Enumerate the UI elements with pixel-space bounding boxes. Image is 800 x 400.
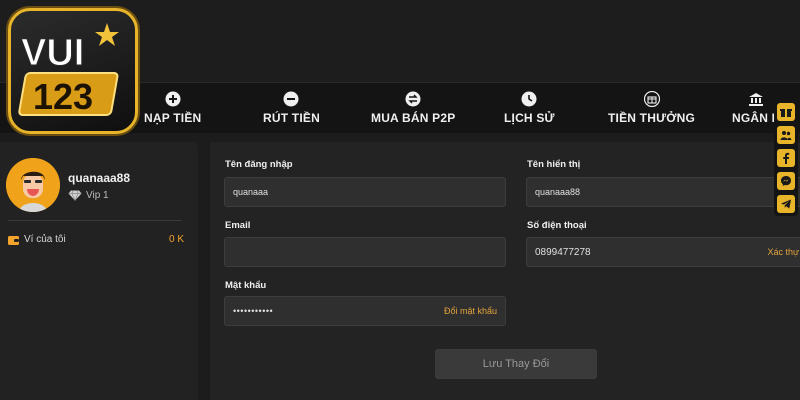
clock-icon bbox=[521, 91, 537, 107]
sidebar-divider bbox=[8, 220, 182, 221]
change-password-link[interactable]: Đổi mật khẩu bbox=[444, 306, 497, 316]
password-label: Mật khẩu bbox=[225, 280, 267, 291]
display-name-field[interactable]: quanaaa88 bbox=[526, 177, 800, 207]
email-field[interactable] bbox=[224, 237, 506, 267]
nav-bonus[interactable]: TIỀN THƯỞNG bbox=[608, 91, 695, 125]
logo-text-top: VUI bbox=[21, 32, 84, 74]
minus-circle-icon bbox=[283, 91, 299, 107]
logo-text-bottom: 123 bbox=[33, 76, 93, 117]
username: quanaaa88 bbox=[68, 171, 131, 185]
nav-p2p[interactable]: MUA BÁN P2P bbox=[371, 91, 455, 125]
login-name-field[interactable]: quanaaa bbox=[224, 177, 506, 207]
nav-withdraw[interactable]: RÚT TIỀN bbox=[263, 91, 320, 125]
vui123-logo[interactable]: VUI 123 bbox=[8, 8, 138, 134]
nav-deposit-label: NẠP TIỀN bbox=[144, 111, 202, 125]
gift-icon[interactable] bbox=[777, 103, 795, 121]
bank-icon bbox=[749, 93, 764, 106]
vip-level: Vip 1 bbox=[68, 190, 109, 201]
phone-field[interactable]: 0899477278 Xác thự bbox=[526, 237, 800, 267]
user-avatar-icon bbox=[6, 158, 60, 212]
login-name-label: Tên đăng nhập bbox=[225, 159, 293, 170]
account-sidebar: quanaaa88 Vip 1 Ví của tôi 0 K bbox=[0, 142, 198, 400]
facebook-icon[interactable] bbox=[777, 149, 795, 167]
wallet-icon bbox=[8, 235, 19, 245]
phone-value: 0899477278 bbox=[535, 246, 591, 258]
wallet-balance: 0 K bbox=[168, 234, 184, 245]
user-group-icon[interactable] bbox=[777, 126, 795, 144]
save-changes-button[interactable]: Lưu Thay Đổi bbox=[435, 349, 597, 379]
nav-history-label: LỊCH SỬ bbox=[504, 111, 555, 125]
vip-label: Vip 1 bbox=[86, 190, 109, 201]
nav-deposit[interactable]: NẠP TIỀN bbox=[144, 91, 201, 125]
nav-history[interactable]: LỊCH SỬ bbox=[504, 91, 555, 125]
messenger-icon[interactable] bbox=[777, 172, 795, 190]
sidebar-item-wallet[interactable]: Ví của tôi 0 K bbox=[8, 234, 184, 245]
avatar[interactable] bbox=[6, 158, 60, 212]
exchange-icon bbox=[405, 91, 421, 107]
display-name-value: quanaaa88 bbox=[535, 187, 581, 197]
email-label: Email bbox=[225, 220, 251, 231]
profile-form: Tên đăng nhập quanaaa Tên hiển thị quana… bbox=[210, 142, 800, 400]
verify-phone-link[interactable]: Xác thự bbox=[767, 247, 799, 257]
logo-graphic: VUI 123 bbox=[18, 23, 119, 117]
gift-icon bbox=[643, 91, 660, 107]
password-field[interactable]: ••••••••••• Đổi mật khẩu bbox=[224, 296, 506, 326]
password-value: ••••••••••• bbox=[233, 306, 274, 316]
nav-bonus-label: TIỀN THƯỞNG bbox=[608, 111, 696, 125]
phone-label: Số điện thoại bbox=[527, 220, 587, 231]
wallet-label: Ví của tôi bbox=[24, 234, 66, 245]
nav-p2p-label: MUA BÁN P2P bbox=[371, 111, 456, 125]
diamond-icon bbox=[68, 190, 82, 201]
display-name-label: Tên hiển thị bbox=[527, 159, 581, 170]
login-name-value: quanaaa bbox=[233, 187, 269, 197]
plus-circle-icon bbox=[165, 91, 181, 107]
nav-withdraw-label: RÚT TIỀN bbox=[263, 111, 320, 125]
telegram-icon[interactable] bbox=[777, 195, 795, 213]
floating-social-bar bbox=[774, 100, 798, 216]
